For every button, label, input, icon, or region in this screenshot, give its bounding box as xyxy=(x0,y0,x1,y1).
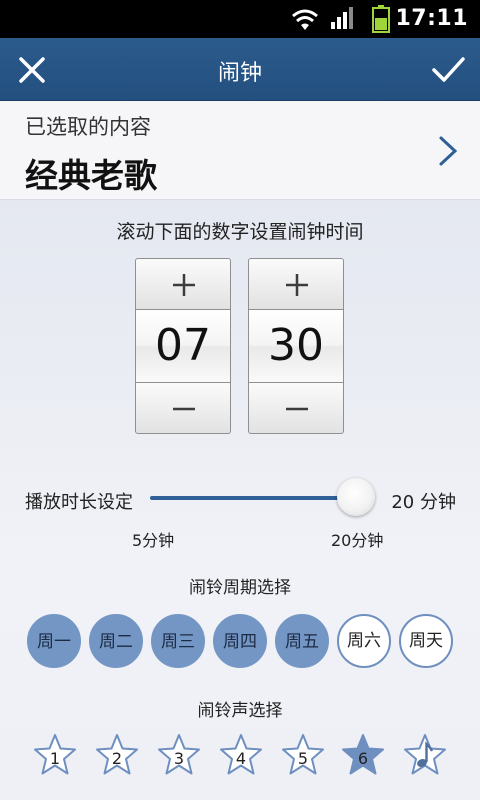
clock: 17:11 xyxy=(395,6,468,31)
day-toggle-4[interactable]: 周四 xyxy=(213,614,267,668)
ringtone-option-label: 4 xyxy=(235,749,247,768)
battery-icon xyxy=(372,5,390,33)
ringtone-option-label: 5 xyxy=(297,749,309,768)
selected-content-label: 已选取的内容 xyxy=(25,115,151,139)
hour-picker: 07 xyxy=(135,258,231,434)
day-toggle-6[interactable]: 周六 xyxy=(337,614,391,668)
ringtone-option-label: 1 xyxy=(49,749,61,768)
ringtone-option-7[interactable] xyxy=(403,733,447,777)
ringtone-option-1[interactable]: 1 xyxy=(33,733,77,777)
duration-value: 20 分钟 xyxy=(391,492,456,513)
confirm-button[interactable] xyxy=(430,52,466,88)
check-icon xyxy=(432,57,465,82)
selected-content-value: 经典老歌 xyxy=(25,156,157,195)
selected-content-row[interactable]: 已选取的内容 经典老歌 xyxy=(0,101,480,200)
duration-slider-track[interactable] xyxy=(150,496,356,500)
ringtone-option-6[interactable]: 6 xyxy=(341,733,385,777)
duration-label: 播放时长设定 xyxy=(25,492,133,513)
plus-icon xyxy=(286,274,308,296)
duration-max-label: 20分钟 xyxy=(331,531,384,550)
ringtone-option-label: 2 xyxy=(111,749,123,768)
minute-increment-button[interactable] xyxy=(248,258,344,310)
plus-icon xyxy=(173,274,195,296)
hour-decrement-button[interactable] xyxy=(135,382,231,434)
title-bar: 闹钟 xyxy=(0,38,480,101)
ringtone-option-3[interactable]: 3 xyxy=(157,733,201,777)
signal-icon xyxy=(331,7,353,29)
ringtone-title: 闹铃声选择 xyxy=(197,701,283,721)
minute-decrement-button[interactable] xyxy=(248,382,344,434)
hour-value[interactable]: 07 xyxy=(135,310,231,382)
hour-increment-button[interactable] xyxy=(135,258,231,310)
period-title: 闹铃周期选择 xyxy=(189,578,291,598)
wifi-icon xyxy=(292,9,318,30)
ringtone-option-4[interactable]: 4 xyxy=(219,733,263,777)
day-toggle-7[interactable]: 周天 xyxy=(399,614,453,668)
chevron-right-icon xyxy=(439,136,458,166)
ringtone-option-2[interactable]: 2 xyxy=(95,733,139,777)
time-hint: 滚动下面的数字设置闹钟时间 xyxy=(116,221,364,243)
day-toggle-2[interactable]: 周二 xyxy=(89,614,143,668)
day-toggle-5[interactable]: 周五 xyxy=(275,614,329,668)
minute-value[interactable]: 30 xyxy=(248,310,344,382)
minute-picker: 30 xyxy=(248,258,344,434)
day-toggle-3[interactable]: 周三 xyxy=(151,614,205,668)
minus-icon xyxy=(173,407,195,411)
ringtone-option-label: 6 xyxy=(357,749,369,768)
ringtone-option-label: 3 xyxy=(173,749,185,768)
day-toggle-1[interactable]: 周一 xyxy=(27,614,81,668)
star-icon xyxy=(404,734,446,775)
page-title: 闹钟 xyxy=(217,61,262,86)
duration-slider-thumb[interactable] xyxy=(337,478,375,516)
status-bar: 17:11 xyxy=(0,0,480,38)
ringtone-option-5[interactable]: 5 xyxy=(281,733,325,777)
duration-min-label: 5分钟 xyxy=(132,531,175,550)
minus-icon xyxy=(286,407,308,411)
